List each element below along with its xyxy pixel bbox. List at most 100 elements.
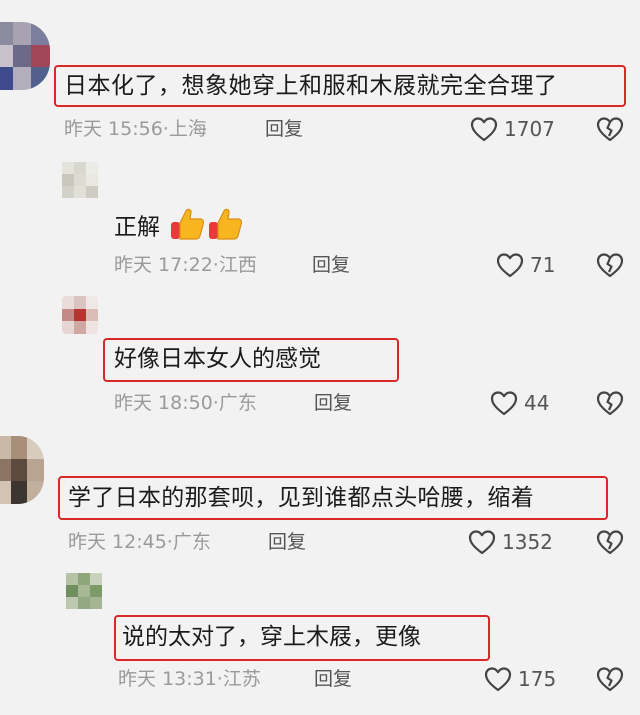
heart-broken-icon (596, 116, 624, 142)
comment-location: 上海 (168, 118, 207, 140)
avatar-pixel (90, 597, 102, 609)
like-button[interactable]: 71 (496, 252, 555, 278)
avatar-pixel (90, 585, 102, 597)
avatar-pixel (27, 481, 44, 504)
like-count: 71 (530, 253, 556, 277)
comment-text: 好像日本女人的感觉 (114, 346, 321, 372)
avatar[interactable] (66, 573, 102, 609)
heart-broken-icon (596, 666, 624, 692)
avatar-pixel (12, 22, 32, 45)
avatar-pixel (74, 308, 86, 322)
like-button[interactable]: 1707 (470, 116, 555, 142)
dislike-button[interactable] (596, 529, 624, 555)
heart-broken-icon (596, 529, 624, 555)
avatar-pixel (12, 67, 32, 90)
reply-button[interactable]: 回复 (314, 667, 352, 691)
comment-meta: 昨天 18:50·广东 (114, 391, 257, 415)
avatar[interactable] (62, 162, 98, 198)
avatar-pixel (10, 458, 28, 482)
avatar-pixel (86, 296, 98, 309)
comment-time: 昨天 18:50 (114, 392, 213, 414)
avatar-pixel (66, 573, 78, 585)
dislike-button[interactable] (596, 390, 624, 416)
avatar-pixel (31, 22, 50, 45)
dislike-button[interactable] (596, 666, 624, 692)
avatar-pixel (12, 44, 32, 68)
avatar-pixel (62, 321, 74, 334)
avatar-pixel (74, 162, 86, 174)
thumbs-up-emoji (207, 207, 243, 249)
comment-meta: 昨天 12:45·广东 (68, 530, 211, 554)
comment-meta: 昨天 13:31·江苏 (118, 667, 261, 691)
like-count: 1352 (502, 530, 553, 554)
comment-meta: 昨天 15:56·上海 (64, 117, 207, 141)
comment-time: 昨天 15:56 (64, 118, 163, 140)
avatar-pixel (74, 321, 86, 334)
comment-text: 日本化了，想象她穿上和服和木屐就完全合理了 (64, 73, 558, 99)
reply-button[interactable]: 回复 (314, 391, 352, 415)
avatar-pixel (62, 174, 74, 186)
avatar-pixel (62, 308, 74, 322)
avatar-pixel (78, 573, 90, 585)
reply-button[interactable]: 回复 (265, 117, 303, 141)
avatar-pixel (0, 67, 13, 90)
heart-outline-icon (470, 116, 498, 142)
avatar-pixel (86, 174, 98, 186)
heart-outline-icon (484, 666, 512, 692)
avatar-pixel (0, 22, 13, 45)
avatar-pixel (0, 44, 13, 68)
heart-outline-icon (496, 252, 524, 278)
avatar-pixel (78, 585, 90, 597)
avatar-pixel (86, 186, 98, 198)
avatar[interactable] (62, 296, 98, 334)
avatar-pixel (0, 458, 11, 482)
avatar-pixel (0, 481, 11, 504)
comment-location: 广东 (218, 392, 257, 414)
avatar-pixel (86, 321, 98, 334)
comment-text: 正解 (114, 207, 243, 249)
avatar-pixel (62, 296, 74, 309)
comment-location: 江西 (218, 254, 257, 276)
comment-time: 昨天 17:22 (114, 254, 213, 276)
comment-location: 广东 (172, 531, 211, 553)
heart-outline-icon (468, 529, 496, 555)
like-button[interactable]: 1352 (468, 529, 553, 555)
avatar-pixel (62, 186, 74, 198)
like-count: 1707 (504, 117, 555, 141)
comment-text-content: 正解 (114, 214, 160, 241)
dislike-button[interactable] (596, 116, 624, 142)
avatar-pixel (10, 436, 28, 459)
avatar-pixel (74, 296, 86, 309)
avatar-pixel (27, 458, 44, 482)
like-button[interactable]: 44 (490, 390, 549, 416)
dislike-button[interactable] (596, 252, 624, 278)
like-button[interactable]: 175 (484, 666, 556, 692)
heart-outline-icon (490, 390, 518, 416)
reply-button[interactable]: 回复 (312, 253, 350, 277)
reply-button[interactable]: 回复 (268, 530, 306, 554)
avatar-pixel (66, 585, 78, 597)
like-count: 175 (518, 667, 557, 691)
heart-broken-icon (596, 252, 624, 278)
thumbs-up-emoji (169, 207, 205, 249)
avatar-pixel (86, 308, 98, 322)
avatar-pixel (31, 44, 50, 68)
avatar-pixel (0, 436, 11, 459)
avatar[interactable] (0, 436, 44, 504)
avatar-pixel (27, 436, 44, 459)
avatar-pixel (78, 597, 90, 609)
avatar-pixel (86, 162, 98, 174)
comment-time: 昨天 12:45 (68, 531, 167, 553)
comment-meta: 昨天 17:22·江西 (114, 253, 257, 277)
avatar-pixel (74, 186, 86, 198)
comment-text: 学了日本的那套呗，见到谁都点头哈腰，缩着 (68, 485, 534, 511)
comment-text: 说的太对了，穿上木屐，更像 (122, 624, 421, 650)
like-count: 44 (524, 391, 550, 415)
avatar-pixel (10, 481, 28, 504)
avatar-pixel (74, 174, 86, 186)
comment-location: 江苏 (222, 668, 261, 690)
comment-time: 昨天 13:31 (118, 668, 217, 690)
avatar[interactable] (0, 22, 50, 90)
avatar-pixel (66, 597, 78, 609)
avatar-pixel (31, 67, 50, 90)
